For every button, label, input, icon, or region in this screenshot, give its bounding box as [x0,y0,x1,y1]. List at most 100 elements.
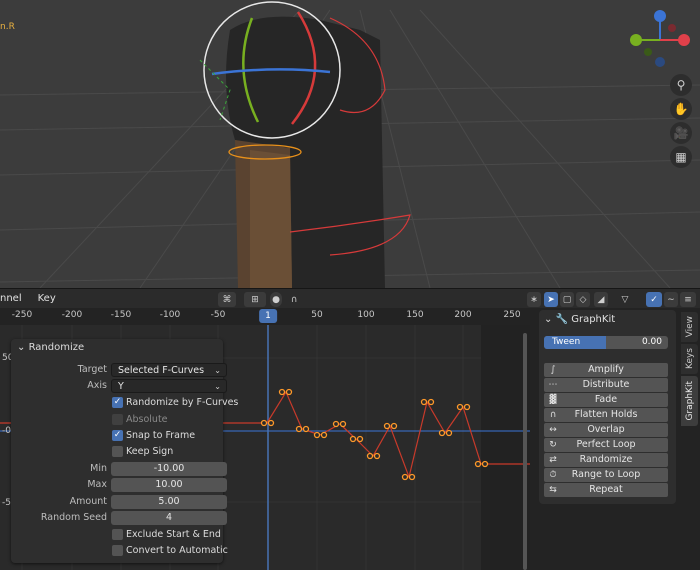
panel-header[interactable]: ⌄ Randomize [17,342,84,353]
convert-to-automatic-checkbox[interactable] [112,545,123,556]
panel-title: Randomize [28,342,85,353]
target-dropdown[interactable]: Selected F-Curves ⌄ [111,363,227,377]
select-icon[interactable]: ➤ [544,292,558,307]
repeat-icon: ⇆ [549,485,557,495]
convert-row: Convert to Automatic [11,544,228,558]
graph-editor-header: nnel Key ⌘ ⊞ ● ∩ ∗ ➤ ▢ ◇ ◢ ▽ ✓ ∼ ≡ [0,288,700,308]
random-seed-label: Random Seed [40,512,107,523]
only-selected-icon[interactable]: ✓ [646,292,662,307]
mirror-icon[interactable]: ◢ [594,292,608,307]
wrench-icon: 🔧 [555,314,569,325]
cursor-icon[interactable]: ◇ [576,292,590,307]
grid-icon[interactable]: ▦ [670,146,692,168]
axis-dropdown[interactable]: Y ⌄ [111,379,227,393]
min-label: Min [90,463,107,474]
key-menu[interactable]: Key [30,289,64,309]
shuffle-icon: ⇄ [549,455,557,465]
random-seed-row: Random Seed 4 [11,511,227,525]
timer-icon: ⏱ [549,470,557,480]
keep-sign-checkbox[interactable] [112,446,123,457]
randomize-operator-panel: ⌄ Randomize Target Selected F-Curves ⌄ A… [11,339,238,563]
randomize-by-fcurves-label: Randomize by F-Curves [126,397,239,408]
overlap-icon: ↔ [549,425,557,435]
tick-label: -150 [110,310,132,320]
exclude-row: Exclude Start & End [11,528,223,542]
distribute-icon: ⋯ [548,380,558,390]
tab-view[interactable]: View [681,312,698,342]
camera-icon[interactable]: 🎥 [670,122,692,144]
perfect-loop-button[interactable]: ↻ Perfect Loop [544,438,668,452]
frame-scrubbar[interactable]: -250 -200 -150 -100 -50 1 50 100 150 200… [0,308,530,325]
axis-label: Axis [87,380,107,391]
amplify-button[interactable]: ∫ Amplify [544,363,668,377]
target-value: Selected F-Curves [118,365,205,376]
box-select-icon[interactable]: ▢ [560,292,574,307]
normalize-icon[interactable]: ∗ [527,292,541,307]
amount-row: Amount 5.00 [11,495,227,509]
max-row: Max 10.00 [11,478,227,492]
axis-value: Y [118,381,124,392]
button-label: Repeat [589,484,623,495]
y-axis-label: -0 [2,426,11,436]
randomize-by-fcurves-checkbox[interactable]: ✓ [112,397,123,408]
flatten-holds-button[interactable]: ∩ Flatten Holds [544,408,668,422]
tween-label: Tween [552,337,581,347]
current-frame-indicator[interactable]: 1 [259,309,277,323]
button-label: Distribute [582,379,630,390]
proportional-edit-icon[interactable]: ● [270,292,282,307]
graphkit-panel: ⌄ 🔧 GraphKit Tween 0.00 ∫ Amplify ⋯ Distri… [539,310,676,504]
tick-label: 50 [311,310,323,320]
flatten-holds-icon: ∩ [549,410,557,420]
button-label: Perfect Loop [576,439,636,450]
hand-icon[interactable]: ✋ [670,98,692,120]
button-label: Randomize [579,454,633,465]
3d-viewport[interactable]: n.R ⚲ ✋ 🎥 ▦ [0,0,700,288]
tick-label: 200 [454,310,472,320]
max-field[interactable]: 10.00 [111,478,227,492]
filter-icon[interactable]: ▽ [614,292,636,307]
fade-button[interactable]: ▓ Fade [544,393,668,407]
button-label: Overlap [587,424,625,435]
chevron-down-icon: ⌄ [17,342,26,353]
target-row: Target Selected F-Curves ⌄ [11,363,227,377]
absolute-checkbox[interactable] [112,414,123,425]
tab-graphkit[interactable]: GraphKit [681,376,698,426]
tab-keys[interactable]: Keys [681,344,698,374]
panel-title: GraphKit [571,314,616,325]
zoom-icon[interactable]: ⚲ [670,74,692,96]
pivot-icon[interactable]: ⌘ [218,292,236,307]
amount-field[interactable]: 5.00 [111,495,227,509]
range-to-loop-button[interactable]: ⏱ Range to Loop [544,468,668,482]
min-row: Min -10.00 [11,462,227,476]
panel-header[interactable]: ⌄ 🔧 GraphKit [544,314,615,325]
keyframes [260,388,489,481]
random-seed-field[interactable]: 4 [111,511,227,525]
button-label: Fade [594,394,618,405]
button-label: Flatten Holds [574,409,638,420]
randomize-by-fcurves-row: ✓ Randomize by F-Curves [11,396,238,410]
min-field[interactable]: -10.00 [111,462,227,476]
tick-label: -200 [61,310,83,320]
snap-to-frame-label: Snap to Frame [126,430,196,441]
auto-key-icon[interactable]: ≡ [680,292,696,307]
convert-to-automatic-label: Convert to Automatic [126,545,228,556]
channel-menu[interactable]: nnel [0,289,30,309]
snap-icon[interactable]: ⊞ [244,292,266,307]
tick-label: -250 [11,310,33,320]
tween-slider[interactable]: Tween 0.00 [544,336,668,349]
absolute-label: Absolute [126,414,168,425]
fade-icon: ▓ [549,395,557,405]
falloff-icon[interactable]: ∩ [284,292,304,307]
tab-label: View [684,316,695,338]
show-handles-icon[interactable]: ∼ [664,292,678,307]
keep-sign-row: Keep Sign [11,445,223,459]
randomize-button[interactable]: ⇄ Randomize [544,453,668,467]
chevron-down-icon: ⌄ [214,382,221,391]
graph-sidebar: ⌄ 🔧 GraphKit Tween 0.00 ∫ Amplify ⋯ Distri… [530,308,700,570]
overlap-button[interactable]: ↔ Overlap [544,423,668,437]
exclude-start-end-checkbox[interactable] [112,529,123,540]
tick-label: -50 [210,310,226,320]
snap-to-frame-checkbox[interactable]: ✓ [112,430,123,441]
repeat-button[interactable]: ⇆ Repeat [544,483,668,497]
distribute-button[interactable]: ⋯ Distribute [544,378,668,392]
